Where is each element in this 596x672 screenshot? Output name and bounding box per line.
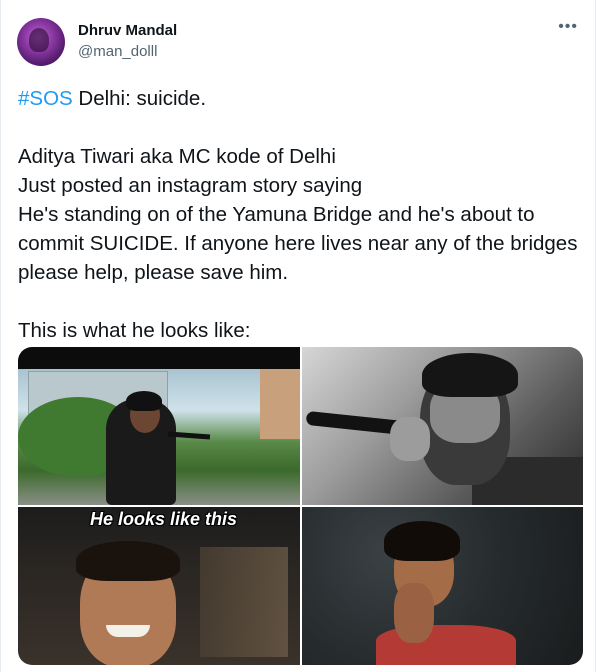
tweet-line-text: Delhi: suicide.: [72, 87, 207, 110]
tweet-text: #SOS Delhi: suicide. Aditya Tiwari aka M…: [18, 84, 584, 345]
media-photo-2[interactable]: [302, 347, 583, 505]
media-grid: He looks like this: [18, 347, 583, 665]
media-photo-4[interactable]: [302, 507, 583, 665]
tweet-line: Just posted an instagram story saying: [18, 174, 363, 197]
tweet-line: Aditya Tiwari aka MC kode of Delhi: [18, 145, 336, 168]
hashtag-link[interactable]: #SOS: [18, 87, 73, 110]
tweet-card: Dhruv Mandal @man_dolll ••• #SOS Delhi: …: [0, 0, 596, 672]
media-photo-3[interactable]: He looks like this: [18, 507, 300, 665]
avatar[interactable]: [17, 18, 65, 66]
tweet-line: #SOS Delhi: suicide.: [18, 84, 584, 113]
media-photo-1[interactable]: [18, 347, 300, 505]
tweet-line: This is what he looks like:: [18, 319, 251, 342]
author-handle[interactable]: @man_dolll: [78, 43, 157, 60]
tweet-line: He's standing on of the Yamuna Bridge an…: [18, 203, 578, 284]
more-horizontal-icon[interactable]: •••: [558, 18, 578, 36]
photo-caption: He looks like this: [90, 509, 238, 529]
author-name[interactable]: Dhruv Mandal: [78, 22, 177, 39]
